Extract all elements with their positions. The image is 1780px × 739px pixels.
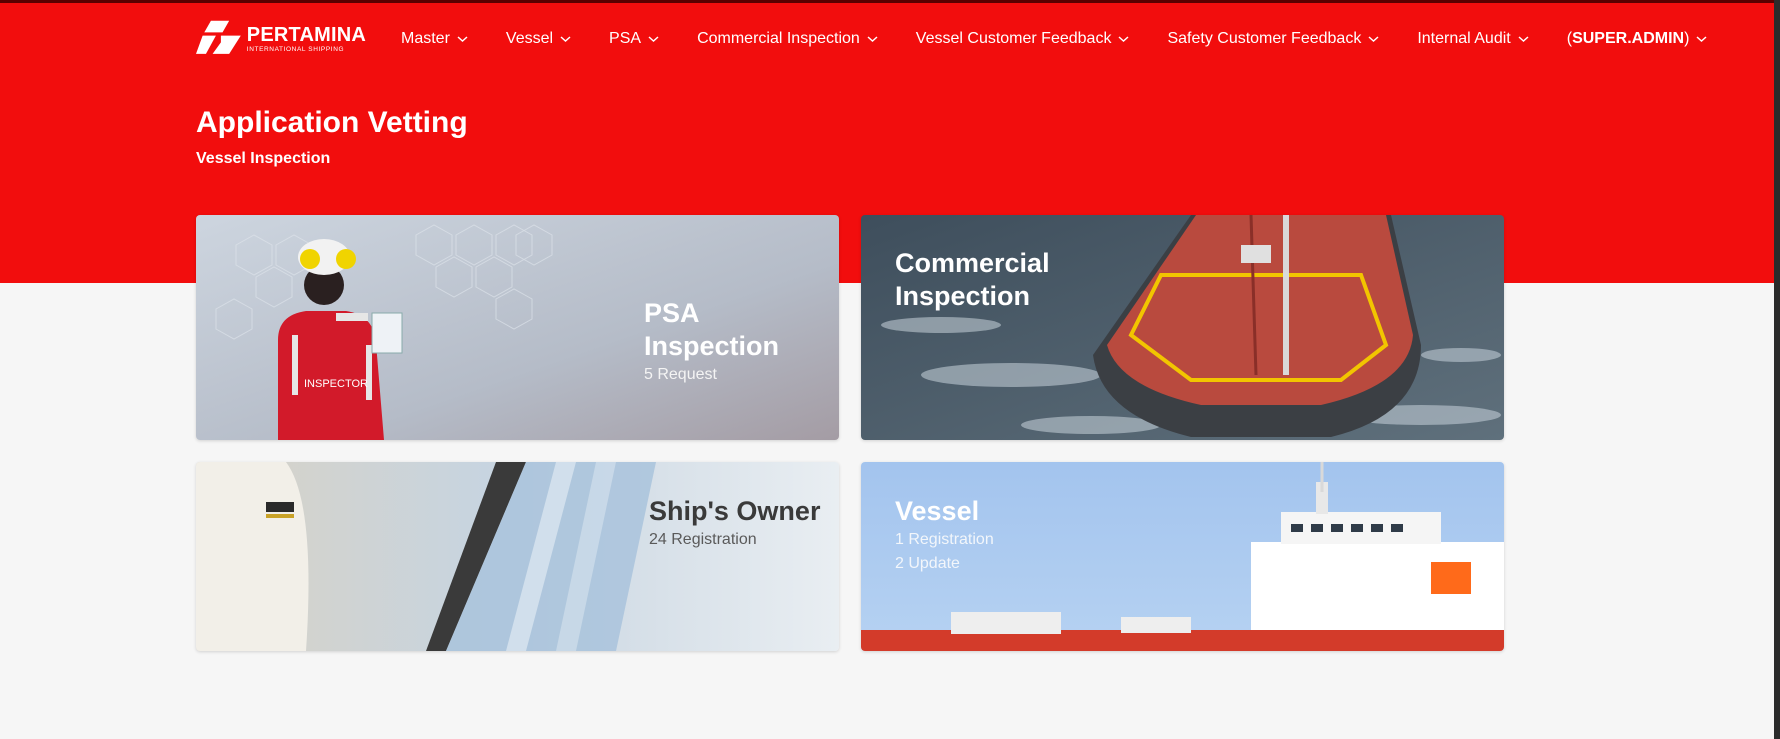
vessel-card-registration-count: 1 Registration xyxy=(895,531,994,548)
page-title: Application Vetting xyxy=(196,106,468,139)
svg-text:INSPECTOR: INSPECTOR xyxy=(304,378,368,390)
top-border xyxy=(0,0,1780,3)
commercial-card-text: Commercial Inspection xyxy=(895,247,1050,313)
chevron-down-icon xyxy=(1118,36,1129,43)
commercial-inspection-card[interactable]: Commercial Inspection xyxy=(861,215,1504,440)
commercial-card-title-line2: Inspection xyxy=(895,281,1031,311)
nav-menu: Master Vessel PSA Commercial Inspection … xyxy=(401,30,1745,48)
commercial-card-title-line1: Commercial xyxy=(895,248,1050,278)
user-menu[interactable]: (SUPER.ADMIN) xyxy=(1567,30,1708,48)
brand-tagline: INTERNATIONAL SHIPPING xyxy=(246,45,345,53)
chevron-down-icon xyxy=(1518,36,1529,43)
user-name: (SUPER.ADMIN) xyxy=(1567,30,1690,48)
pertamina-logo-icon xyxy=(196,20,241,54)
scrollbar[interactable] xyxy=(1774,0,1780,739)
nav-item-master[interactable]: Master xyxy=(401,30,468,48)
user-paren-close: ) xyxy=(1684,30,1690,47)
page-subtitle: Vessel Inspection xyxy=(196,150,331,167)
nav-item-internal-audit[interactable]: Internal Audit xyxy=(1417,30,1529,48)
brand-text: PERTAMINA INTERNATIONAL SHIPPING xyxy=(247,25,366,54)
vessel-card[interactable]: Vessel 1 Registration 2 Update xyxy=(861,462,1504,651)
brand-name: PERTAMINA xyxy=(246,23,366,46)
brand-logo[interactable]: PERTAMINA INTERNATIONAL SHIPPING xyxy=(196,17,366,61)
owner-card-text: Ship's Owner 24 Registration xyxy=(649,495,820,552)
chevron-down-icon xyxy=(457,36,468,43)
chevron-down-icon xyxy=(560,36,571,43)
nav-item-label: Commercial Inspection xyxy=(697,30,860,47)
nav-item-label: Vessel xyxy=(505,30,554,47)
psa-card-request-count: 5 Request xyxy=(644,366,717,383)
psa-card-text: PSA Inspection 5 Request xyxy=(644,297,779,387)
nav-item-safety-customer-feedback[interactable]: Safety Customer Feedback xyxy=(1167,30,1379,48)
ships-owner-card[interactable]: Ship's Owner 24 Registration xyxy=(196,462,839,651)
chevron-down-icon xyxy=(867,36,878,43)
nav-item-commercial-inspection[interactable]: Commercial Inspection xyxy=(697,30,878,48)
captain-photo xyxy=(196,462,839,651)
psa-inspection-card[interactable]: INSPECTOR PSA Inspection 5 Request xyxy=(196,215,839,440)
psa-card-title-line2: Inspection xyxy=(644,331,780,361)
chevron-down-icon xyxy=(648,36,659,43)
user-name-text: SUPER.ADMIN xyxy=(1572,30,1685,47)
vessel-card-title: Vessel xyxy=(895,496,980,526)
nav-item-label: Master xyxy=(401,30,450,47)
nav-item-vessel-customer-feedback[interactable]: Vessel Customer Feedback xyxy=(916,30,1130,48)
owner-card-registration-count: 24 Registration xyxy=(649,531,757,548)
nav-item-label: Vessel Customer Feedback xyxy=(915,30,1112,47)
top-navbar: PERTAMINA INTERNATIONAL SHIPPING Master … xyxy=(196,14,1726,64)
psa-card-title-line1: PSA xyxy=(644,298,700,328)
nav-item-label: Safety Customer Feedback xyxy=(1167,30,1362,47)
nav-item-label: PSA xyxy=(609,30,642,47)
nav-item-psa[interactable]: PSA xyxy=(609,30,659,48)
owner-card-title: Ship's Owner xyxy=(649,496,821,526)
nav-item-vessel[interactable]: Vessel xyxy=(506,30,571,48)
chevron-down-icon xyxy=(1368,36,1379,43)
chevron-down-icon xyxy=(1696,36,1707,43)
vessel-card-update-count: 2 Update xyxy=(895,555,960,572)
vessel-card-text: Vessel 1 Registration 2 Update xyxy=(895,495,994,576)
nav-item-label: Internal Audit xyxy=(1417,30,1511,47)
